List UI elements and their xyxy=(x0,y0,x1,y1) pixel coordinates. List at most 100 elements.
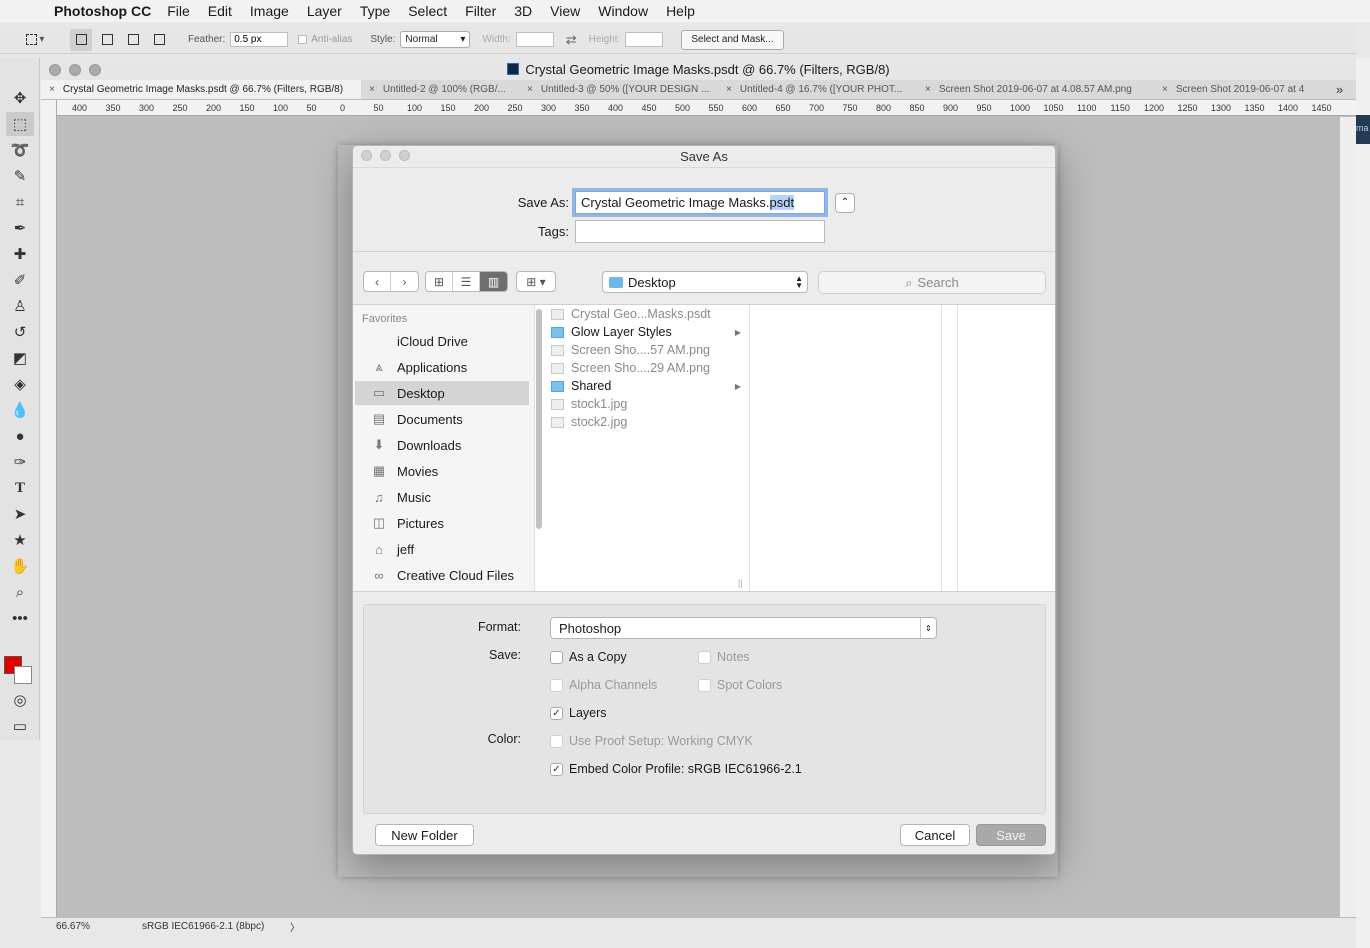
alpha-channels-checkbox[interactable]: Alpha Channels xyxy=(550,678,657,692)
list-item[interactable]: stock1.jpg xyxy=(551,395,741,413)
save-button[interactable]: Save xyxy=(976,824,1046,846)
tab-untitled-2[interactable]: × Untitled-2 @ 100% (RGB/... xyxy=(361,80,519,99)
close-tab-icon[interactable]: × xyxy=(527,84,533,95)
forward-icon[interactable]: › xyxy=(391,272,418,291)
collapse-chevron-icon[interactable]: ⌃ xyxy=(835,192,855,213)
list-item[interactable]: Crystal Geo...Masks.psdt xyxy=(551,305,741,323)
list-item[interactable]: Screen Sho....29 AM.png xyxy=(551,359,741,377)
select-and-mask-button[interactable]: Select and Mask... xyxy=(681,29,784,50)
menu-file[interactable]: File xyxy=(167,3,190,19)
width-input[interactable] xyxy=(515,32,554,47)
panel-tab[interactable]: ma xyxy=(1356,115,1370,144)
zoom-level[interactable]: 66.67% xyxy=(56,921,128,932)
list-item[interactable]: Glow Layer Styles ▶ xyxy=(551,323,741,341)
sidebar-item-applications[interactable]: ⩓ Applications xyxy=(355,355,529,379)
background-color-swatch[interactable] xyxy=(14,666,32,684)
close-tab-icon[interactable]: × xyxy=(1162,84,1168,95)
move-tool-icon[interactable]: ✥ xyxy=(6,86,34,110)
pen-icon[interactable]: ✑ xyxy=(6,450,34,474)
quick-select-icon[interactable]: ✎ xyxy=(6,164,34,188)
search-field[interactable]: ⌕ Search xyxy=(818,271,1046,294)
sidebar-item-movies[interactable]: ▦ Movies xyxy=(355,459,529,483)
sidebar-item-creative-cloud[interactable]: ∞ Creative Cloud Files xyxy=(355,563,529,587)
paint-bucket-icon[interactable]: ◈ xyxy=(6,372,34,396)
subtract-selection-icon[interactable] xyxy=(122,29,144,51)
lasso-tool-icon[interactable]: ➰ xyxy=(6,138,34,162)
column-view-icon[interactable]: ▥ xyxy=(480,272,507,291)
close-window-icon[interactable] xyxy=(49,64,61,76)
icon-view-icon[interactable]: ⊞ xyxy=(426,272,453,291)
height-input[interactable] xyxy=(625,32,664,47)
add-selection-icon[interactable] xyxy=(96,29,118,51)
list-item[interactable]: stock2.jpg xyxy=(551,413,741,431)
screen-mode-icon[interactable]: ▭ xyxy=(6,714,34,738)
menu-type[interactable]: Type xyxy=(360,3,390,19)
layers-checkbox[interactable]: ✓ Layers xyxy=(550,706,607,720)
tags-field[interactable] xyxy=(575,220,825,243)
menu-filter[interactable]: Filter xyxy=(465,3,496,19)
cancel-button[interactable]: Cancel xyxy=(900,824,970,846)
zoom-window-icon[interactable] xyxy=(89,64,101,76)
list-view-icon[interactable]: ☰ xyxy=(453,272,480,291)
sidebar-item-desktop[interactable]: ▭ Desktop xyxy=(355,381,529,405)
arrange-button[interactable]: ⊞ ▾ xyxy=(516,271,556,292)
menu-select[interactable]: Select xyxy=(408,3,447,19)
as-a-copy-checkbox[interactable]: As a Copy xyxy=(550,650,627,664)
blur-icon[interactable]: 💧 xyxy=(6,398,34,422)
close-tab-icon[interactable]: × xyxy=(369,84,375,95)
new-folder-button[interactable]: New Folder xyxy=(375,824,474,846)
sidebar-item-icloud[interactable]: iCloud Drive xyxy=(355,329,529,353)
intersect-selection-icon[interactable] xyxy=(148,29,170,51)
sidebar-item-music[interactable]: ♫ Music xyxy=(355,485,529,509)
list-item[interactable]: Shared ▶ xyxy=(551,377,741,395)
sidebar-item-downloads[interactable]: ⬇ Downloads xyxy=(355,433,529,457)
eraser-icon[interactable]: ◩ xyxy=(6,346,34,370)
healing-icon[interactable]: ✚ xyxy=(6,242,34,266)
close-tab-icon[interactable]: × xyxy=(49,84,55,95)
swap-icon[interactable]: ⇄ xyxy=(566,32,577,48)
zoom-icon[interactable]: ⌕ xyxy=(6,580,34,604)
brush-icon[interactable]: ✐ xyxy=(6,268,34,292)
eyedropper-icon[interactable]: ✒ xyxy=(6,216,34,240)
menu-3d[interactable]: 3D xyxy=(514,3,532,19)
shape-tool-icon[interactable]: ★ xyxy=(6,528,34,552)
marquee-tool-icon[interactable]: ⬚ xyxy=(6,112,34,136)
sidebar-item-jeff[interactable]: ⌂ jeff xyxy=(355,537,529,561)
vertical-scrollbar[interactable] xyxy=(1340,117,1356,917)
menu-view[interactable]: View xyxy=(550,3,580,19)
tab-untitled-4[interactable]: × Untitled-4 @ 16.7% ([YOUR PHOT... xyxy=(718,80,917,99)
close-tab-icon[interactable]: × xyxy=(726,84,732,95)
back-icon[interactable]: ‹ xyxy=(364,272,391,291)
dodge-icon[interactable]: ● xyxy=(6,424,34,448)
new-selection-icon[interactable] xyxy=(70,28,92,51)
proof-setup-checkbox[interactable]: Use Proof Setup: Working CMYK xyxy=(550,734,753,748)
marquee-preset-icon[interactable]: ▾ xyxy=(18,29,52,51)
crop-tool-icon[interactable]: ⌗ xyxy=(6,190,34,214)
minimize-dialog-icon[interactable] xyxy=(380,150,391,161)
notes-checkbox[interactable]: Notes xyxy=(698,650,750,664)
menu-layer[interactable]: Layer xyxy=(307,3,342,19)
menu-help[interactable]: Help xyxy=(666,3,695,19)
location-popup[interactable]: Desktop ▲ ▼ xyxy=(602,271,808,293)
tab-crystal[interactable]: × Crystal Geometric Image Masks.psdt @ 66… xyxy=(41,80,361,99)
column-resize-handle[interactable]: || xyxy=(738,578,743,588)
stamp-icon[interactable]: ♙ xyxy=(6,294,34,318)
close-dialog-icon[interactable] xyxy=(361,150,372,161)
spot-colors-checkbox[interactable]: Spot Colors xyxy=(698,678,782,692)
type-tool-icon[interactable]: T xyxy=(6,476,34,500)
embed-profile-checkbox[interactable]: ✓ Embed Color Profile: sRGB IEC61966-2.1 xyxy=(550,762,802,776)
tab-untitled-3[interactable]: × Untitled-3 @ 50% ([YOUR DESIGN ... xyxy=(519,80,718,99)
sidebar-scrollbar[interactable] xyxy=(536,309,542,529)
format-select[interactable]: Photoshop ⇕ xyxy=(550,617,937,639)
history-brush-icon[interactable]: ↺ xyxy=(6,320,34,344)
antialias-checkbox[interactable]: Anti-alias xyxy=(298,34,352,45)
quick-mask-icon[interactable]: ◎ xyxy=(6,688,34,712)
more-tools-icon[interactable]: ••• xyxy=(6,606,34,630)
menu-image[interactable]: Image xyxy=(250,3,289,19)
filename-field[interactable]: Crystal Geometric Image Masks. psdt xyxy=(575,191,825,214)
zoom-dialog-icon[interactable] xyxy=(399,150,410,161)
feather-input[interactable] xyxy=(230,32,289,47)
tab-screenshot-2[interactable]: × Screen Shot 2019-06-07 at 4 xyxy=(1154,80,1330,99)
more-tabs-icon[interactable]: » xyxy=(1330,80,1356,99)
sidebar-item-pictures[interactable]: ◫ Pictures xyxy=(355,511,529,535)
